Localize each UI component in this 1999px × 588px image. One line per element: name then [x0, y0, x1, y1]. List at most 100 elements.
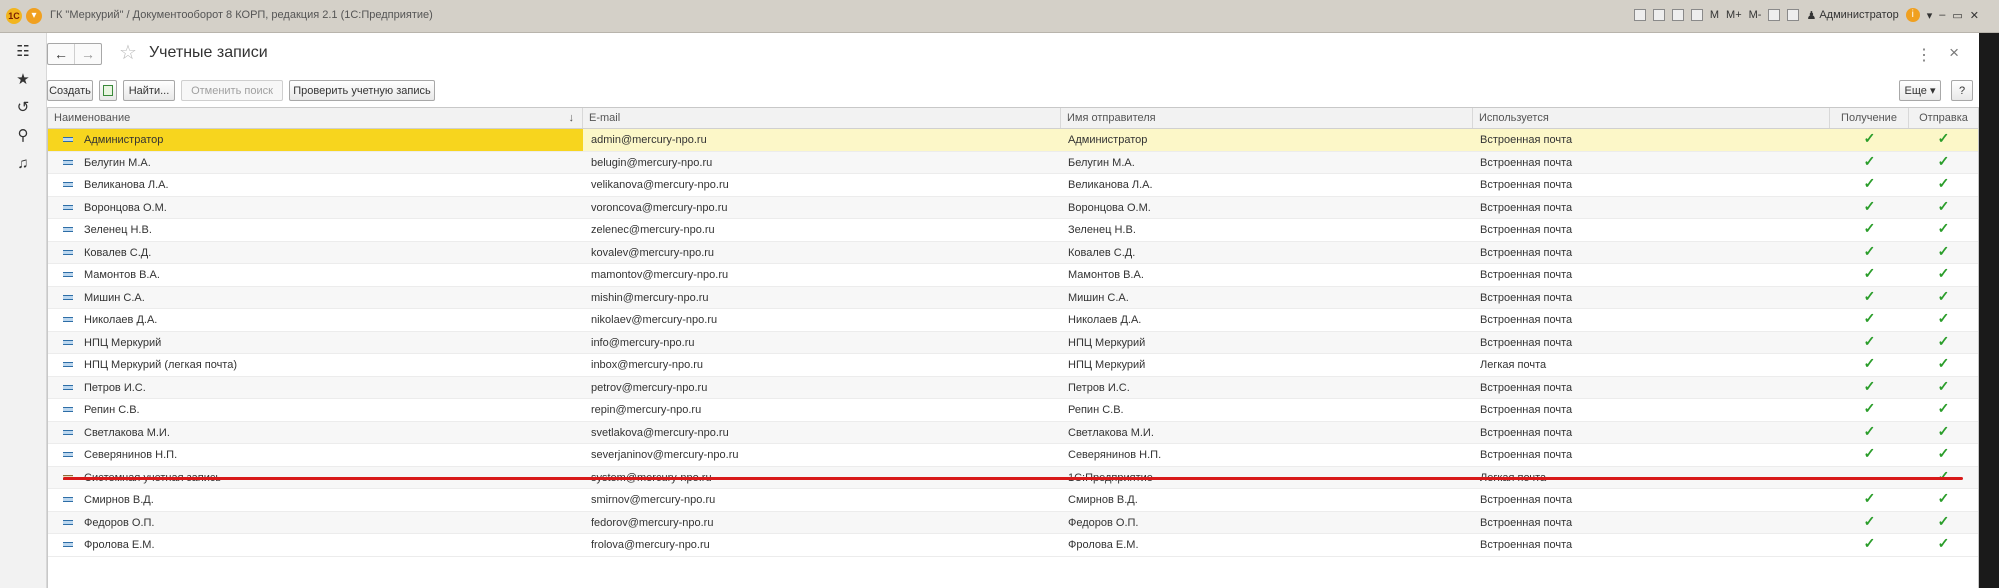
cell-receive[interactable]: ✓: [1830, 287, 1909, 309]
cell-receive[interactable]: ✓: [1830, 152, 1909, 174]
close-window-icon[interactable]: ✕: [1970, 9, 1979, 22]
cell-send[interactable]: ✓: [1909, 264, 1978, 286]
table-row[interactable]: Николаев Д.А. nikolaev@mercury-npo.ru Нико…: [48, 309, 1978, 332]
memory-button[interactable]: M: [1710, 9, 1719, 21]
cell-receive[interactable]: ✓: [1830, 309, 1909, 331]
cell-send[interactable]: ✓: [1909, 287, 1978, 309]
table-row[interactable]: Светлакова М.И. svetlakova@mercury-npo.ru…: [48, 421, 1978, 444]
cell-receive[interactable]: ✓: [1830, 174, 1909, 196]
bell-icon[interactable]: ♫: [14, 155, 32, 173]
column-header-sender[interactable]: Имя отправителя: [1061, 108, 1473, 128]
panels-icon[interactable]: [1787, 9, 1800, 21]
table-row[interactable]: Северянинов Н.П. severjaninov@mercury-npo…: [48, 444, 1978, 467]
cell-receive[interactable]: ✓: [1830, 197, 1909, 219]
copy-button[interactable]: [99, 80, 117, 101]
main-menu-icon[interactable]: ▾: [26, 8, 42, 24]
back-button[interactable]: ←: [48, 44, 74, 64]
app-logo-icon[interactable]: 1С: [6, 8, 22, 24]
help-button[interactable]: ?: [1951, 80, 1973, 101]
table-row[interactable]: Великанова Л.А. velikanova@mercury-npo.ru…: [48, 174, 1978, 197]
search-icon[interactable]: ⚲: [14, 127, 32, 145]
column-header-used[interactable]: Используется: [1473, 108, 1830, 128]
more-button[interactable]: Еще ▾: [1899, 80, 1941, 101]
history-icon[interactable]: ↺: [14, 99, 32, 117]
minimize-icon[interactable]: –: [1939, 9, 1945, 21]
favorite-star-icon[interactable]: ☆: [119, 42, 137, 64]
table-row[interactable]: НПЦ Меркурий (легкая почта) inbox@mercury…: [48, 354, 1978, 377]
cell-receive[interactable]: ✓: [1830, 129, 1909, 151]
cell-receive[interactable]: ✓: [1830, 399, 1909, 421]
save-icon[interactable]: [1652, 9, 1665, 21]
column-header-email[interactable]: E-mail: [583, 108, 1061, 128]
cell-sender: Светлакова М.И.: [1068, 426, 1154, 439]
more-options-icon[interactable]: ⋮: [1916, 45, 1933, 65]
cell-send[interactable]: ✓: [1909, 129, 1978, 151]
checkmark-icon: ✓: [1937, 152, 1950, 169]
table-row[interactable]: Белугин М.А. belugin@mercury-npo.ru Белуги…: [48, 151, 1978, 174]
cell-send[interactable]: ✓: [1909, 174, 1978, 196]
column-header-send[interactable]: Отправка: [1909, 108, 1978, 128]
table-row[interactable]: Воронцова О.М. voroncova@mercury-npo.ru Во…: [48, 196, 1978, 219]
checkmark-icon: ✓: [1863, 175, 1876, 191]
restore-icon[interactable]: ▭: [1952, 9, 1962, 22]
cell-receive[interactable]: ✓: [1830, 489, 1909, 511]
cell-send[interactable]: ✓: [1909, 242, 1978, 264]
cell-receive[interactable]: ✓: [1830, 422, 1909, 444]
calendar-icon[interactable]: [1690, 9, 1703, 21]
cell-receive[interactable]: ✓: [1830, 444, 1909, 466]
options-chevron-icon[interactable]: ▾: [1927, 9, 1933, 22]
cell-send[interactable]: ✓: [1909, 219, 1978, 241]
info-icon[interactable]: i: [1905, 8, 1920, 22]
create-button[interactable]: Создать: [47, 80, 93, 101]
table-row[interactable]: Федоров О.П. fedorov@mercury-npo.ru Федоро…: [48, 511, 1978, 534]
find-button[interactable]: Найти...: [123, 80, 175, 101]
table-row[interactable]: Мамонтов В.А. mamontov@mercury-npo.ru Мамо…: [48, 264, 1978, 287]
cell-send[interactable]: ✓: [1909, 512, 1978, 534]
cell-send[interactable]: ✓: [1909, 152, 1978, 174]
cell-receive[interactable]: ✓: [1830, 377, 1909, 399]
cell-send[interactable]: ✓: [1909, 354, 1978, 376]
table-row[interactable]: Репин С.В. repin@mercury-npo.ru Репин С.В.…: [48, 399, 1978, 422]
cell-send[interactable]: ✓: [1909, 444, 1978, 466]
cell-receive[interactable]: ✓: [1830, 264, 1909, 286]
cell-send[interactable]: ✓: [1909, 534, 1978, 556]
cell-send[interactable]: ✓: [1909, 332, 1978, 354]
close-form-icon[interactable]: ×: [1949, 43, 1959, 63]
cell-send[interactable]: ✓: [1909, 197, 1978, 219]
cell-used: Встроенная почта: [1480, 201, 1573, 214]
cell-send[interactable]: ✓: [1909, 489, 1978, 511]
table-row[interactable]: Смирнов В.Д. smirnov@mercury-npo.ru Смирно…: [48, 489, 1978, 512]
cell-send[interactable]: ✓: [1909, 399, 1978, 421]
zoom-icon[interactable]: [1768, 9, 1781, 21]
print-icon[interactable]: [1671, 9, 1684, 21]
memory-plus-button[interactable]: M+: [1726, 9, 1742, 21]
cell-receive[interactable]: ✓: [1830, 242, 1909, 264]
table-row[interactable]: Зеленец Н.В. zelenec@mercury-npo.ru Зелене…: [48, 219, 1978, 242]
check-account-button[interactable]: Проверить учетную запись: [289, 80, 435, 101]
checkmark-icon: ✓: [1863, 287, 1876, 304]
table-row[interactable]: Петров И.С. petrov@mercury-npo.ru Петров И…: [48, 376, 1978, 399]
cell-receive[interactable]: ✓: [1830, 534, 1909, 556]
current-user[interactable]: ♟ Администратор: [1806, 9, 1898, 22]
forward-button[interactable]: →: [74, 44, 101, 64]
cell-send[interactable]: ✓: [1909, 377, 1978, 399]
column-header-name[interactable]: Наименование ↓: [48, 108, 583, 128]
cell-receive[interactable]: ✓: [1830, 354, 1909, 376]
table-row[interactable]: Фролова Е.М. frolova@mercury-npo.ru Фролов…: [48, 534, 1978, 557]
table-row[interactable]: Ковалев С.Д. kovalev@mercury-npo.ru Ковале…: [48, 241, 1978, 264]
cell-send[interactable]: ✓: [1909, 309, 1978, 331]
star-icon[interactable]: ★: [14, 71, 32, 89]
column-header-receive[interactable]: Получение: [1830, 108, 1909, 128]
cell-send[interactable]: ✓: [1909, 422, 1978, 444]
cell-receive[interactable]: ✓: [1830, 512, 1909, 534]
link-icon[interactable]: [1633, 9, 1646, 21]
grid-menu-icon[interactable]: ☷: [14, 43, 32, 61]
cell-name: Федоров О.П.: [48, 512, 583, 534]
cell-receive[interactable]: ✓: [1830, 219, 1909, 241]
table-row[interactable]: НПЦ Меркурий info@mercury-npo.ru НПЦ Мерку…: [48, 331, 1978, 354]
table-row[interactable]: Администратор admin@mercury-npo.ru Админис…: [48, 129, 1978, 152]
memory-minus-button[interactable]: M-: [1749, 9, 1762, 21]
cancel-search-button[interactable]: Отменить поиск: [181, 80, 283, 101]
cell-receive[interactable]: ✓: [1830, 332, 1909, 354]
table-row[interactable]: Мишин С.А. mishin@mercury-npo.ru Мишин С.А…: [48, 286, 1978, 309]
